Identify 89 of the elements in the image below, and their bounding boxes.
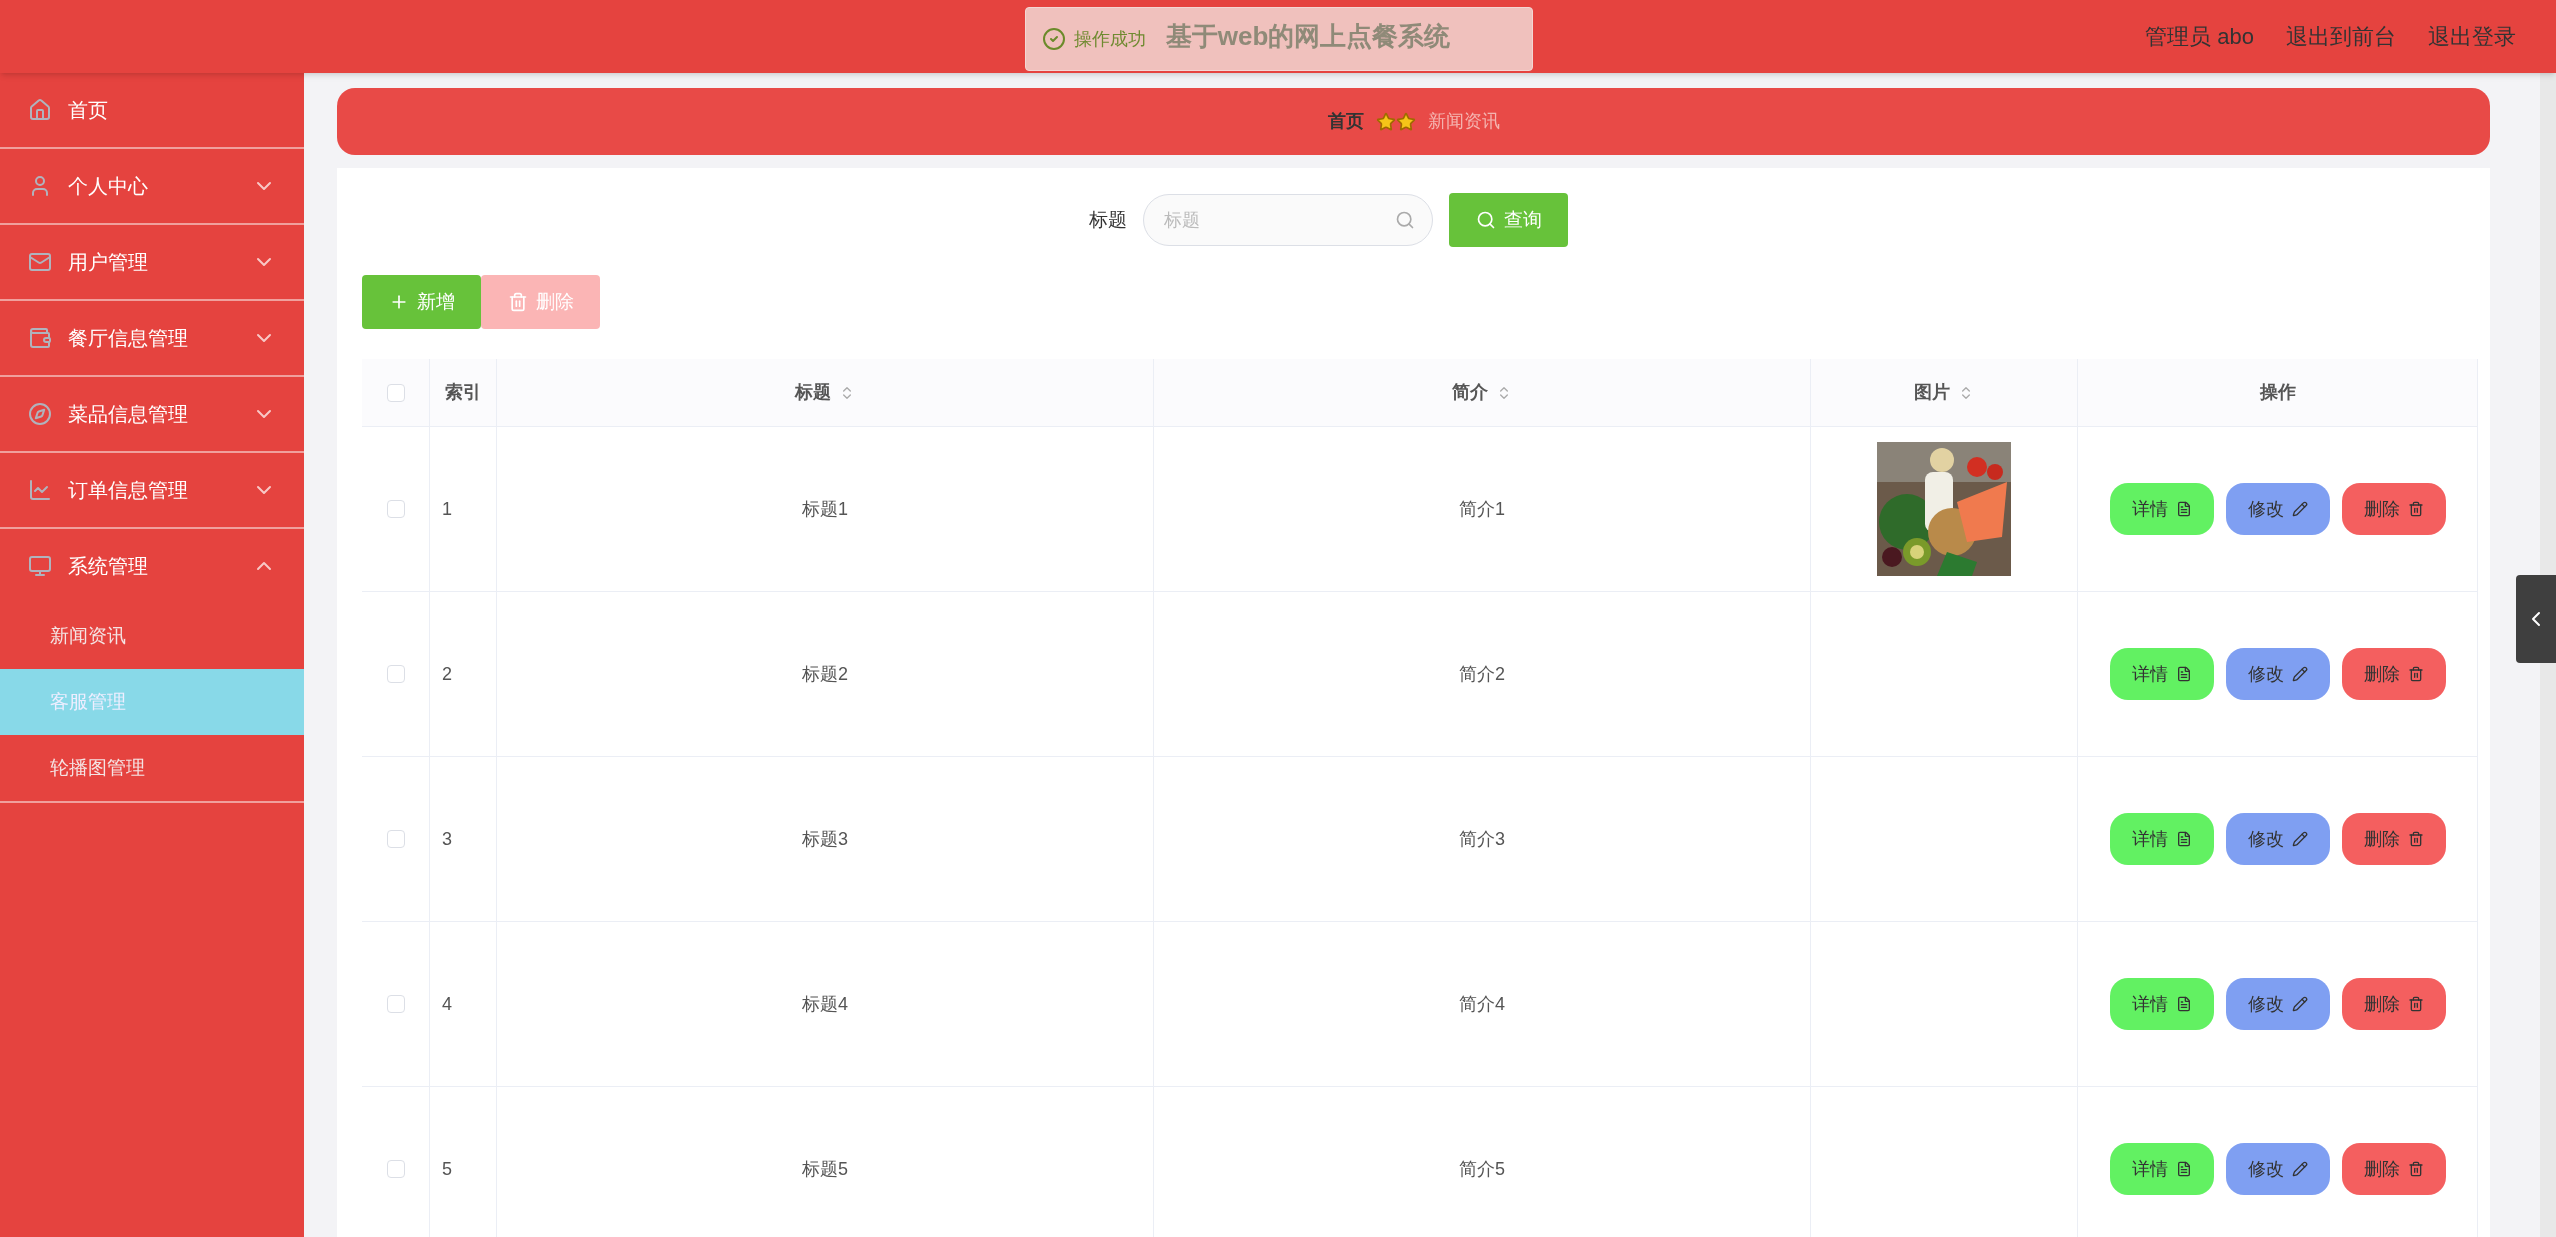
column-header[interactable]: 简介 bbox=[1452, 379, 1488, 406]
checkbox[interactable] bbox=[386, 383, 405, 402]
app-title: 基于web的网上点餐系统 bbox=[1165, 20, 1451, 53]
document-icon bbox=[2175, 996, 2192, 1012]
table-cell-text: 简介4 bbox=[1459, 992, 1505, 1016]
menu-item[interactable]: 个人中心 bbox=[0, 149, 304, 223]
table-cell-text: 4 bbox=[442, 992, 452, 1016]
table-cell-text: 3 bbox=[442, 827, 452, 851]
detail-button[interactable]: 详情 bbox=[2109, 1143, 2214, 1195]
document-icon bbox=[2175, 831, 2192, 847]
delete-button[interactable]: 删除 bbox=[2341, 978, 2446, 1030]
checkbox[interactable] bbox=[386, 500, 405, 518]
edit-button[interactable]: 修改 bbox=[2225, 978, 2330, 1030]
document-icon bbox=[2175, 1161, 2192, 1177]
document-icon bbox=[2175, 501, 2192, 517]
user-label: 管理员 abo bbox=[2145, 23, 2254, 51]
table-cell-text: 2 bbox=[442, 662, 452, 686]
pencil-icon bbox=[2291, 666, 2308, 682]
detail-button[interactable]: 详情 bbox=[2109, 978, 2214, 1030]
pencil-icon bbox=[2291, 501, 2308, 517]
detail-button[interactable]: 详情 bbox=[2109, 648, 2214, 700]
search-field[interactable]: 标题 bbox=[1143, 194, 1433, 246]
breadcrumb-link[interactable]: 首页 bbox=[1327, 108, 1364, 135]
delete-button[interactable]: 删除 bbox=[2341, 483, 2446, 535]
delete-button[interactable]: 删除 bbox=[2341, 1143, 2446, 1195]
table-cell-text: 标题1 bbox=[802, 497, 848, 521]
table-cell-text: 5 bbox=[442, 1157, 452, 1181]
trash-icon bbox=[2407, 831, 2424, 847]
pencil-icon bbox=[2291, 831, 2308, 847]
submenu-item[interactable]: 新闻资讯 bbox=[0, 603, 304, 669]
home-icon bbox=[28, 98, 52, 122]
mail-icon bbox=[28, 250, 52, 274]
checkbox[interactable] bbox=[386, 995, 405, 1013]
table-cell-text: 简介5 bbox=[1459, 1157, 1505, 1181]
menu-item[interactable]: 餐厅信息管理 bbox=[0, 301, 304, 375]
delete-button[interactable]: 删除 bbox=[2341, 648, 2446, 700]
menu-item[interactable]: 订单信息管理 bbox=[0, 453, 304, 527]
monitor-icon bbox=[28, 554, 52, 578]
checkbox[interactable] bbox=[386, 830, 405, 848]
trash-icon bbox=[2407, 666, 2424, 682]
edit-button[interactable]: 修改 bbox=[2225, 483, 2330, 535]
edit-button[interactable]: 修改 bbox=[2225, 813, 2330, 865]
menu-item[interactable]: 菜品信息管理 bbox=[0, 377, 304, 451]
checkbox[interactable] bbox=[386, 1160, 405, 1178]
column-header: 操作 bbox=[2259, 381, 2296, 404]
checkbox[interactable] bbox=[386, 665, 405, 683]
menu-item[interactable]: 首页 bbox=[0, 73, 304, 147]
column-header[interactable]: 标题 bbox=[795, 379, 831, 406]
table-cell-text: 简介2 bbox=[1459, 662, 1505, 686]
edit-button[interactable]: 修改 bbox=[2225, 1143, 2330, 1195]
trash-icon bbox=[2407, 1161, 2424, 1177]
compass-icon bbox=[28, 402, 52, 426]
document-icon bbox=[2175, 666, 2192, 682]
trash-icon bbox=[507, 292, 528, 312]
table-cell-text: 标题2 bbox=[802, 662, 848, 686]
breadcrumb-link[interactable]: 新闻资讯 bbox=[1427, 108, 1500, 135]
search-icon bbox=[1395, 210, 1415, 230]
query-button[interactable]: 查询 bbox=[1449, 193, 1568, 247]
header-link[interactable]: 退出登录 bbox=[2428, 20, 2516, 53]
table-cell-text: 简介3 bbox=[1459, 827, 1505, 851]
chart-icon bbox=[28, 478, 52, 502]
pencil-icon bbox=[2291, 1161, 2308, 1177]
header-link[interactable]: 退出到前台 bbox=[2286, 20, 2396, 53]
search-icon bbox=[1475, 210, 1496, 230]
table-cell-text: 简介1 bbox=[1459, 497, 1505, 521]
wallet-icon bbox=[28, 326, 52, 350]
table-cell-text: 标题4 bbox=[802, 992, 848, 1016]
detail-button[interactable]: 详情 bbox=[2109, 483, 2214, 535]
menu-item[interactable]: 用户管理 bbox=[0, 225, 304, 299]
trash-icon bbox=[2407, 501, 2424, 517]
collapse-handle[interactable] bbox=[2516, 575, 2556, 663]
success-icon bbox=[1042, 27, 1066, 51]
detail-button[interactable]: 详情 bbox=[2109, 813, 2214, 865]
column-header: 索引 bbox=[445, 381, 481, 404]
table-cell-text: 1 bbox=[442, 497, 452, 521]
scrollbar[interactable] bbox=[2540, 73, 2556, 1237]
toast-message: 操作成功 bbox=[1074, 27, 1146, 51]
menu-item[interactable]: 系统管理 bbox=[0, 529, 304, 603]
submenu-item[interactable]: 轮播图管理 bbox=[0, 735, 304, 801]
edit-button[interactable]: 修改 bbox=[2225, 648, 2330, 700]
stars-icon bbox=[1375, 111, 1416, 132]
trash-icon bbox=[2407, 996, 2424, 1012]
table-cell-text: 标题3 bbox=[802, 827, 848, 851]
add-button[interactable]: 新增 bbox=[362, 275, 481, 329]
column-header[interactable]: 图片 bbox=[1914, 379, 1950, 406]
delete-button[interactable]: 删除 bbox=[2341, 813, 2446, 865]
table-cell-text: 标题5 bbox=[802, 1157, 848, 1181]
search-label: 标题 bbox=[1089, 207, 1127, 232]
pencil-icon bbox=[2291, 996, 2308, 1012]
